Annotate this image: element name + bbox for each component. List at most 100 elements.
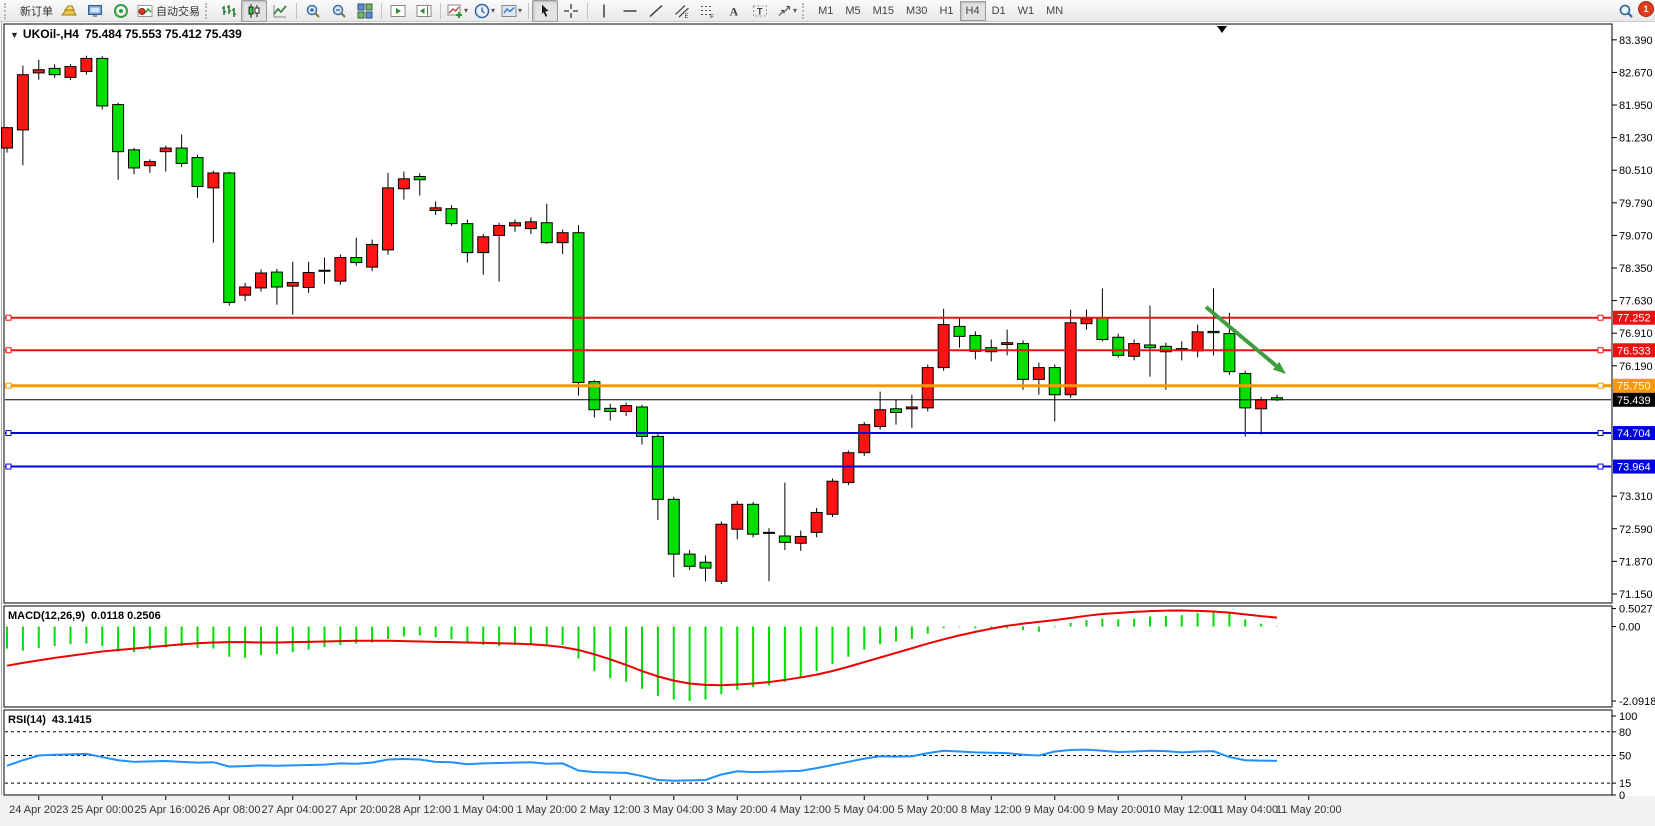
- chart-shift-button[interactable]: [411, 0, 437, 22]
- tile-windows-button[interactable]: [352, 0, 378, 22]
- chart-canvas[interactable]: 83.39082.67081.95081.23080.51079.79079.0…: [0, 22, 1655, 826]
- bull-candle: [859, 425, 870, 453]
- bull-candle: [65, 67, 76, 78]
- bull-candle: [732, 504, 743, 529]
- bar-chart-button[interactable]: [215, 0, 241, 22]
- line-handle[interactable]: [1598, 464, 1603, 469]
- one-click-collapse-icon[interactable]: ▼: [10, 30, 19, 40]
- svg-text:A: A: [730, 4, 739, 18]
- bull-candle: [1002, 343, 1013, 345]
- vline-button[interactable]: [591, 0, 617, 22]
- bull-candle: [557, 233, 568, 243]
- chevron-down-icon: ▾: [464, 6, 468, 15]
- bear-candle: [652, 436, 663, 499]
- bull-candle: [764, 532, 775, 533]
- bear-candle: [446, 209, 457, 224]
- price-pane: [4, 24, 1612, 603]
- templates-button[interactable]: ▾: [498, 0, 525, 22]
- template-icon: [501, 3, 517, 19]
- timeframe-button-h4[interactable]: H4: [960, 1, 986, 21]
- crosshair-button[interactable]: [558, 0, 584, 22]
- line-handle[interactable]: [6, 464, 11, 469]
- bear-candle: [351, 258, 362, 263]
- zoom-in-button[interactable]: [300, 0, 326, 22]
- line-handle[interactable]: [6, 315, 11, 320]
- new-order-button[interactable]: 新订单: [14, 0, 56, 22]
- timeframe-button-d1[interactable]: D1: [986, 1, 1012, 21]
- trendline-button[interactable]: [643, 0, 669, 22]
- text-button[interactable]: A: [721, 0, 747, 22]
- candle-chart-button[interactable]: [241, 0, 267, 22]
- search-icon: [1618, 3, 1634, 19]
- bull-candle: [1256, 400, 1267, 409]
- vline-icon: [596, 3, 612, 19]
- line-handle[interactable]: [1598, 348, 1603, 353]
- auto-trading-label: 自动交易: [156, 3, 200, 19]
- bull-candle: [303, 273, 314, 288]
- bear-candle: [573, 233, 584, 383]
- label-icon: T: [752, 3, 768, 19]
- market-watch-button[interactable]: [56, 0, 82, 22]
- toolbar-separator: [587, 3, 588, 19]
- timeframe-button-m30[interactable]: M30: [900, 1, 933, 21]
- auto-scroll-button[interactable]: [385, 0, 411, 22]
- bear-candle: [1145, 345, 1156, 348]
- svg-text:3 May 04:00: 3 May 04:00: [643, 804, 704, 816]
- bull-candle: [478, 237, 489, 253]
- indicators-button[interactable]: ▾: [444, 0, 471, 22]
- macd-values: 0.0118 0.2506: [91, 610, 161, 622]
- hline-button[interactable]: [617, 0, 643, 22]
- svg-text:80.510: 80.510: [1619, 165, 1653, 177]
- bear-candle: [637, 407, 648, 436]
- periods-button[interactable]: ▾: [471, 0, 498, 22]
- chart-shift-icon: [416, 3, 432, 19]
- line-handle[interactable]: [1598, 315, 1603, 320]
- bull-candle: [367, 244, 378, 267]
- svg-text:1 May 04:00: 1 May 04:00: [453, 804, 514, 816]
- svg-text:10 May 12:00: 10 May 12:00: [1148, 804, 1215, 816]
- cursor-button[interactable]: [532, 0, 558, 22]
- data-window-button[interactable]: [82, 0, 108, 22]
- channel-button[interactable]: E: [669, 0, 695, 22]
- zoom-out-button[interactable]: [326, 0, 352, 22]
- shapes-button[interactable]: ▾: [773, 0, 800, 22]
- svg-text:25 Apr 16:00: 25 Apr 16:00: [135, 804, 197, 816]
- timeframe-button-m15[interactable]: M15: [867, 1, 900, 21]
- bear-candle: [1240, 373, 1251, 407]
- timeframe-button-w1[interactable]: W1: [1012, 1, 1041, 21]
- bear-candle: [970, 335, 981, 351]
- bar-chart-icon: [220, 3, 236, 19]
- timeframe-button-m5[interactable]: M5: [839, 1, 866, 21]
- svg-text:81.230: 81.230: [1619, 133, 1653, 145]
- fibonacci-button[interactable]: F: [695, 0, 721, 22]
- trendline-icon: [648, 3, 664, 19]
- clock-icon: [474, 3, 490, 19]
- bull-candle: [875, 410, 886, 427]
- bull-candle: [938, 325, 949, 368]
- hline-icon: [622, 3, 638, 19]
- svg-text:50: 50: [1619, 751, 1631, 763]
- timeframe-button-m1[interactable]: M1: [812, 1, 839, 21]
- line-handle[interactable]: [6, 383, 11, 388]
- label-button[interactable]: T: [747, 0, 773, 22]
- timeframe-button-mn[interactable]: MN: [1040, 1, 1069, 21]
- line-handle[interactable]: [6, 348, 11, 353]
- navigator-button[interactable]: [108, 0, 134, 22]
- bear-candle: [779, 536, 790, 542]
- chart-window: 83.39082.67081.95081.23080.51079.79079.0…: [0, 22, 1655, 826]
- svg-text:77.252: 77.252: [1617, 313, 1651, 325]
- search-button[interactable]: [1613, 0, 1639, 22]
- auto-trading-button[interactable]: 自动交易: [134, 0, 203, 22]
- line-chart-button[interactable]: [267, 0, 293, 22]
- svg-text:73.964: 73.964: [1617, 462, 1651, 474]
- timeframe-button-h1[interactable]: H1: [933, 1, 959, 21]
- svg-text:78.350: 78.350: [1619, 263, 1653, 275]
- line-handle[interactable]: [6, 431, 11, 436]
- macd-indicator-label: MACD(12,26,9)0.0118 0.2506: [8, 610, 161, 622]
- crosshair-icon: [563, 3, 579, 19]
- line-handle[interactable]: [1598, 383, 1603, 388]
- toolbar-grip: [802, 3, 809, 19]
- text-icon: A: [726, 3, 742, 19]
- auto-trading-icon: [137, 3, 153, 19]
- line-handle[interactable]: [1598, 431, 1603, 436]
